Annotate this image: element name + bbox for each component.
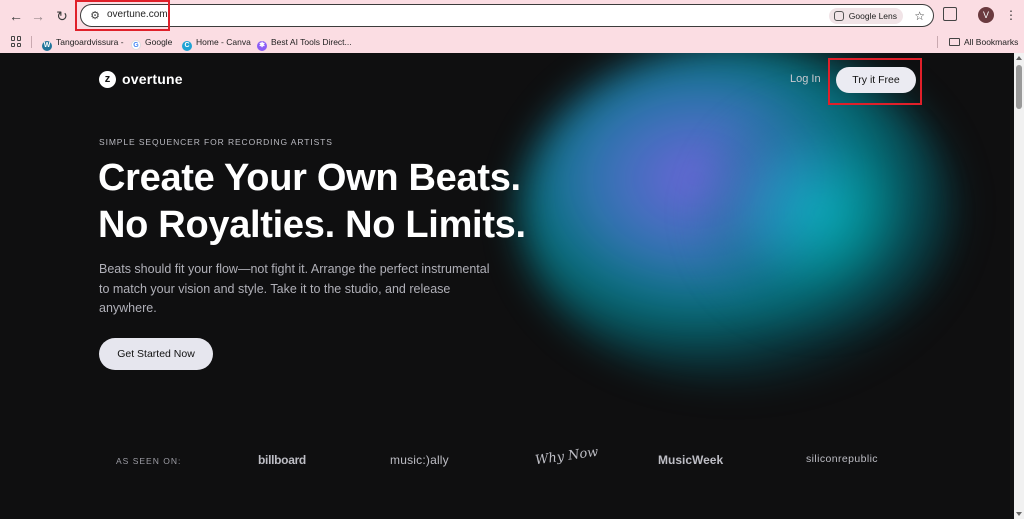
press-logo-why-now: Why Now	[534, 444, 600, 469]
profile-avatar[interactable]: V	[978, 7, 994, 23]
bookmark-google[interactable]: G Google	[131, 35, 172, 50]
url-annotation-box	[75, 0, 170, 31]
bookmark-best-ai-tools[interactable]: ✱ Best AI Tools Direct...	[257, 35, 352, 51]
get-started-button[interactable]: Get Started Now	[99, 338, 213, 370]
hero-headline-line-1: Create Your Own Beats.	[98, 157, 521, 199]
press-logo-billboard: billboard	[258, 453, 306, 467]
google-lens-label: Google Lens	[848, 11, 897, 21]
press-logo-musicweek: MusicWeek	[658, 453, 724, 467]
page-viewport: z overtune Log In Try it Free SIMPLE SEQ…	[0, 53, 1014, 519]
address-bar[interactable]: ⚙ overtune.com Google Lens ☆	[80, 4, 934, 27]
lens-icon	[833, 11, 844, 21]
all-bookmarks-button[interactable]: All Bookmarks	[949, 35, 1018, 49]
canva-icon: C	[182, 41, 192, 51]
browser-chrome: ← → ↻ ⚙ overtune.com Google Lens ☆ V ⋮ W…	[0, 0, 1024, 53]
more-menu-icon[interactable]: ⋮	[1005, 6, 1017, 24]
bookmarks-divider-right	[937, 36, 938, 48]
hero-headline: Create Your Own Beats. No Royalties. No …	[98, 155, 526, 249]
bookmarks-bar: W Tangoardvissura - G Google C Home - Canva…	[0, 31, 1024, 53]
hero-headline-line-2: No Royalties. No Limits.	[98, 204, 526, 246]
scroll-thumb[interactable]	[1016, 65, 1022, 109]
overtune-logo-icon: z	[99, 70, 116, 88]
logo-text: overtune	[122, 71, 183, 87]
folder-icon	[949, 38, 960, 46]
try-button-annotation-box	[828, 58, 922, 105]
press-logo-musically: music:)ally	[390, 453, 449, 467]
extensions-icon[interactable]	[943, 7, 957, 21]
google-lens-button[interactable]: Google Lens	[828, 8, 903, 24]
site-logo[interactable]: z overtune	[99, 70, 183, 88]
hero-gradient-glow-secondary	[690, 93, 950, 333]
forward-arrow-icon[interactable]: →	[28, 6, 48, 26]
hero-eyebrow: SIMPLE SEQUENCER FOR RECORDING ARTISTS	[99, 137, 333, 147]
back-arrow-icon[interactable]: ←	[6, 6, 26, 26]
scroll-up-icon[interactable]	[1016, 56, 1022, 60]
bookmark-tangoardvissura[interactable]: W Tangoardvissura -	[42, 35, 124, 51]
google-icon: G	[131, 40, 141, 50]
hero-subtext: Beats should fit your flow—not fight it.…	[99, 262, 490, 315]
bookmarks-divider	[31, 36, 32, 48]
reload-icon[interactable]: ↻	[52, 6, 72, 26]
gear-icon: ✱	[257, 41, 267, 51]
browser-toolbar: ← → ↻ ⚙ overtune.com Google Lens ☆ V ⋮	[0, 0, 1024, 31]
bookmark-canva[interactable]: C Home - Canva	[182, 35, 251, 51]
as-seen-on-label: AS SEEN ON:	[116, 456, 182, 466]
bookmark-star-icon[interactable]: ☆	[914, 7, 925, 25]
wordpress-icon: W	[42, 41, 52, 51]
page-scrollbar[interactable]	[1014, 53, 1024, 519]
login-link[interactable]: Log In	[790, 73, 821, 85]
press-logo-siliconrepublic: siliconrepublic	[806, 453, 878, 465]
scroll-down-icon[interactable]	[1016, 512, 1022, 516]
apps-grid-icon[interactable]	[11, 36, 22, 47]
